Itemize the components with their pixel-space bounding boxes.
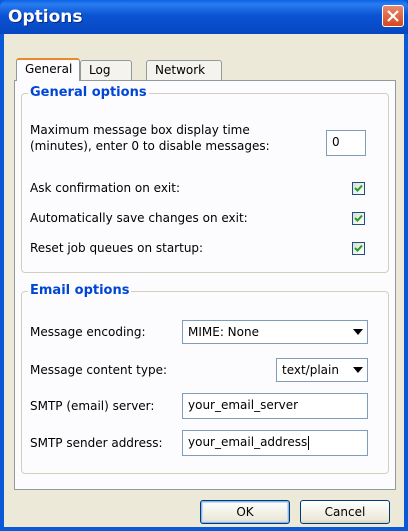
cancel-button-label: Cancel [324, 505, 366, 519]
options-dialog: Options General Log Network General opti… [0, 0, 408, 531]
general-tab-panel: General options Maximum message box disp… [14, 80, 396, 490]
ok-button[interactable]: OK [200, 500, 290, 524]
max-display-label-line2: (minutes), enter 0 to disable messages: [30, 139, 270, 153]
encoding-label: Message encoding: [30, 325, 146, 339]
smtp-server-input[interactable]: your_email_server [182, 393, 368, 419]
ask-confirmation-label: Ask confirmation on exit: [30, 181, 181, 195]
ask-confirmation-checkbox[interactable] [352, 182, 365, 195]
autosave-label: Automatically save changes on exit: [30, 211, 248, 225]
content-type-value: text/plain [282, 363, 339, 377]
sender-address-value: your_email_address [188, 435, 308, 449]
dropdown-arrow-icon [353, 329, 363, 335]
max-display-time-value: 0 [332, 135, 340, 149]
max-display-time-input[interactable]: 0 [326, 130, 366, 156]
sender-address-label: SMTP sender address: [30, 436, 163, 450]
text-cursor [308, 435, 310, 450]
ok-button-label: OK [236, 505, 254, 519]
max-display-label-line1: Maximum message box display time [30, 123, 250, 137]
tab-network[interactable]: Network [146, 60, 222, 80]
smtp-server-value: your_email_server [188, 398, 299, 412]
title-bar[interactable]: Options [0, 0, 408, 34]
sender-address-input[interactable]: your_email_address [182, 430, 368, 456]
tab-strip: General Log Network [16, 58, 396, 81]
general-options-title: General options [28, 85, 149, 100]
close-button[interactable] [382, 5, 404, 27]
tab-network-label: Network [155, 63, 206, 77]
smtp-server-label: SMTP (email) server: [30, 399, 155, 413]
checkmark-icon [354, 244, 363, 252]
tab-general[interactable]: General [16, 58, 80, 81]
dialog-body: General Log Network General options Maxi… [4, 34, 404, 527]
email-options-title: Email options [28, 283, 132, 298]
content-type-select[interactable]: text/plain [276, 358, 368, 382]
cancel-button[interactable]: Cancel [300, 500, 390, 524]
dropdown-arrow-icon [353, 367, 363, 373]
checkmark-icon [354, 184, 363, 192]
email-options-group: Email options Message encoding: MIME: No… [21, 283, 389, 474]
window-title: Options [8, 7, 83, 27]
checkmark-icon [354, 214, 363, 222]
encoding-value: MIME: None [188, 325, 259, 339]
tab-log-label: Log [89, 63, 111, 77]
tab-log[interactable]: Log [80, 60, 132, 80]
tab-general-label: General [25, 62, 73, 76]
encoding-select[interactable]: MIME: None [182, 320, 368, 344]
reset-queues-label: Reset job queues on startup: [30, 241, 204, 255]
close-icon [387, 10, 399, 22]
reset-queues-checkbox[interactable] [352, 242, 365, 255]
autosave-checkbox[interactable] [352, 212, 365, 225]
general-options-group: General options Maximum message box disp… [21, 85, 389, 273]
content-type-label: Message content type: [30, 363, 168, 377]
